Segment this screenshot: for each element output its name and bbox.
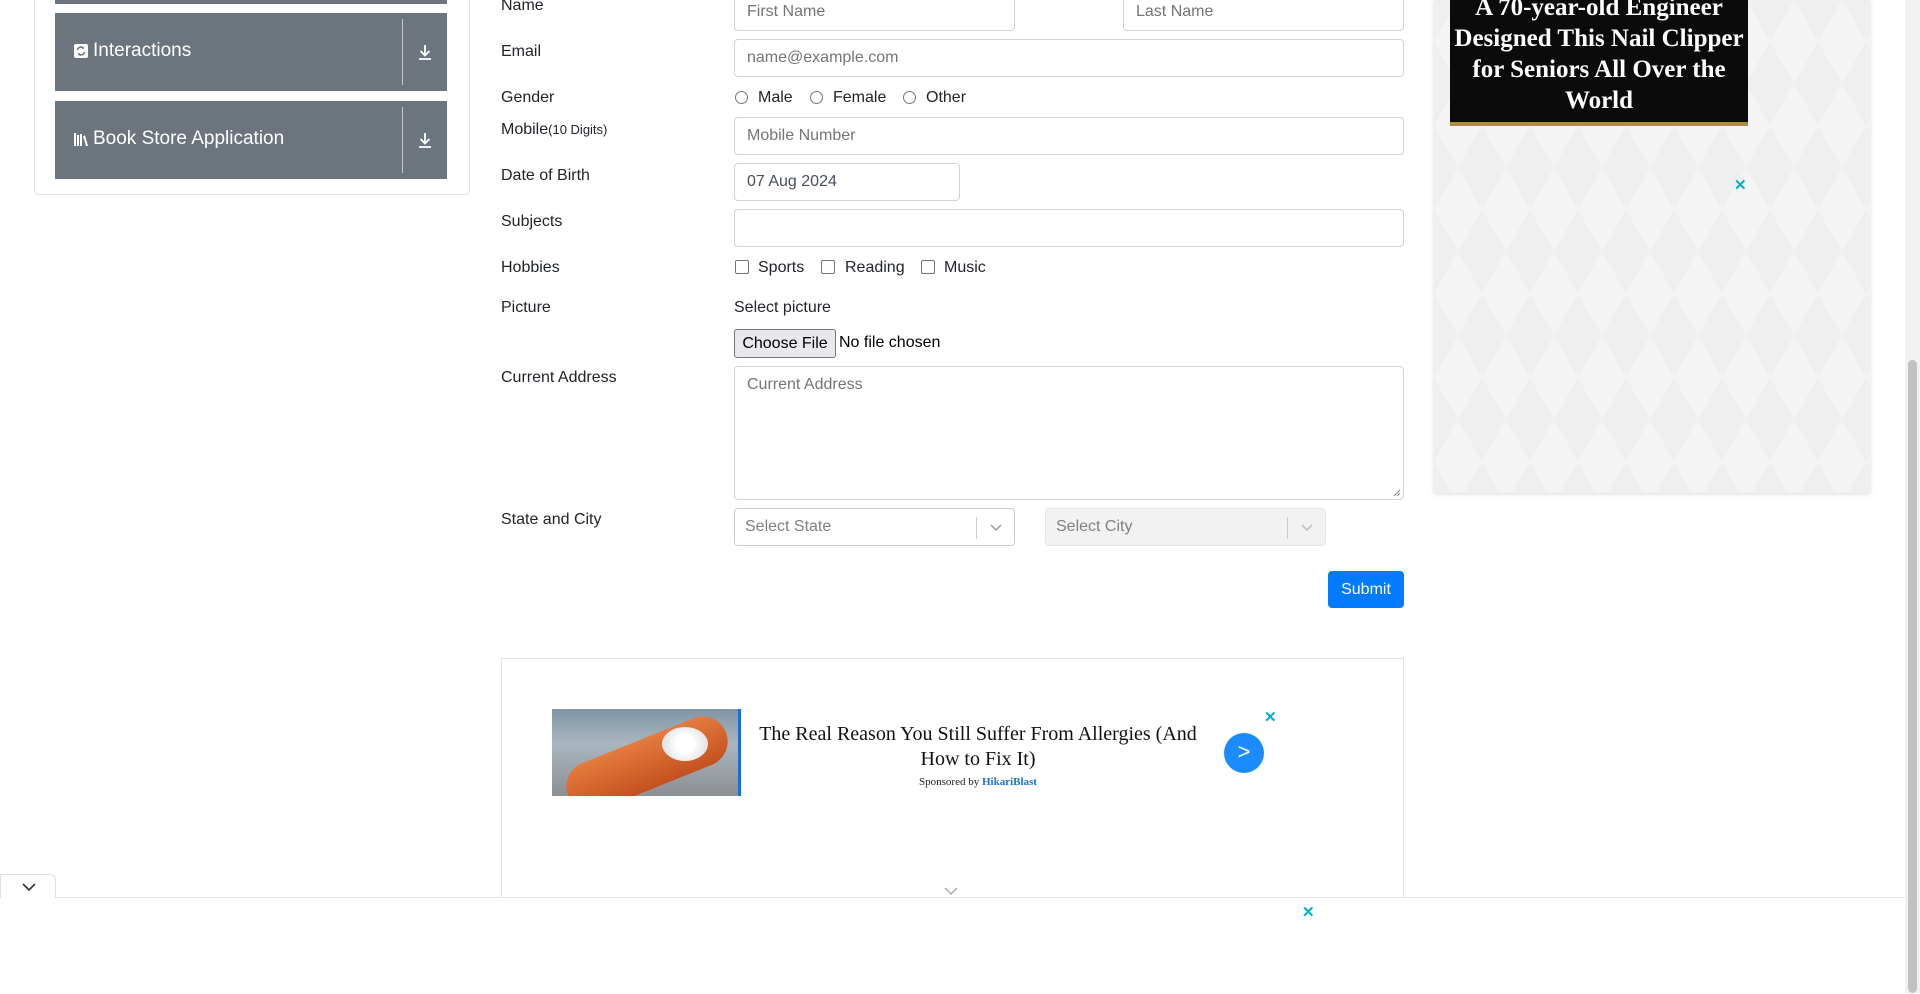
gender-male-label[interactable]: Male: [758, 89, 793, 107]
hobby-sports-checkbox[interactable]: [735, 260, 749, 274]
submit-button[interactable]: Submit: [1328, 571, 1404, 608]
sidebar-item-book-store[interactable]: Book Store Application: [55, 101, 447, 179]
chevron-down-icon: [22, 883, 36, 892]
divider: [402, 19, 403, 85]
hobby-music-label[interactable]: Music: [944, 259, 986, 277]
interactions-icon: [74, 44, 88, 58]
sidebar-item-top-edge: [55, 0, 447, 4]
collapse-ad-tab[interactable]: [0, 874, 56, 898]
gender-label: Gender: [501, 89, 555, 106]
mobile-label: Mobile(10 Digits): [501, 121, 607, 139]
ad-close-icon[interactable]: ✕: [1264, 708, 1277, 726]
sidebar-item-label: Book Store Application: [93, 128, 285, 149]
subjects-label: Subjects: [501, 213, 563, 230]
select-separator: [1287, 517, 1288, 539]
page-scrollbar-thumb[interactable]: [1908, 360, 1917, 993]
first-name-placeholder: First Name: [747, 3, 826, 20]
select-picture-label: Select picture: [734, 299, 831, 316]
sidebar-item-interactions[interactable]: Interactions: [55, 13, 447, 91]
email-input[interactable]: name@example.com: [734, 39, 1404, 77]
ad-image[interactable]: [552, 709, 741, 796]
ad-sponsor-prefix: Sponsored by: [919, 776, 980, 788]
select-separator: [976, 517, 977, 539]
bottom-sticky-ad: [0, 897, 1905, 994]
ad-close-icon[interactable]: ✕: [1734, 176, 1747, 194]
ad-sponsor-link[interactable]: HikariBlast: [982, 776, 1037, 788]
download-icon[interactable]: [415, 42, 435, 62]
current-address-label: Current Address: [501, 369, 617, 386]
ad-image-finger: [558, 709, 736, 796]
divider: [402, 107, 403, 173]
choose-file-button[interactable]: Choose File: [734, 329, 836, 358]
city-placeholder: Select City: [1056, 518, 1133, 535]
resize-handle-icon[interactable]: [1393, 489, 1401, 497]
mobile-placeholder: Mobile Number: [747, 127, 856, 144]
hobbies-label: Hobbies: [501, 259, 560, 276]
ad-next-button[interactable]: >: [1224, 733, 1264, 773]
gender-female-label[interactable]: Female: [833, 89, 886, 107]
ad-image-fluff: [662, 727, 708, 761]
dob-input[interactable]: 07 Aug 2024: [734, 163, 960, 201]
dob-label: Date of Birth: [501, 167, 590, 184]
books-icon: [74, 133, 88, 147]
email-label: Email: [501, 43, 542, 60]
dob-value: 07 Aug 2024: [747, 173, 837, 190]
ad-headline-text: A 70-year-old Engineer Designed This Nai…: [1454, 0, 1744, 114]
email-placeholder: name@example.com: [747, 49, 899, 66]
right-advertisement[interactable]: A 70-year-old Engineer Designed This Nai…: [1434, 0, 1870, 493]
chevron-down-icon: [990, 524, 1002, 532]
last-name-input[interactable]: Last Name: [1123, 0, 1404, 31]
current-address-textarea[interactable]: Current Address: [734, 366, 1404, 500]
hobby-music-checkbox[interactable]: [921, 260, 935, 274]
download-icon[interactable]: [415, 130, 435, 150]
hobby-reading-checkbox[interactable]: [821, 260, 835, 274]
city-select[interactable]: Select City: [1045, 508, 1326, 546]
current-address-placeholder: Current Address: [747, 376, 863, 393]
gender-other-radio[interactable]: [903, 91, 916, 104]
state-placeholder: Select State: [745, 518, 832, 535]
name-label: Name: [501, 0, 544, 14]
ad-headline-banner[interactable]: A 70-year-old Engineer Designed This Nai…: [1450, 0, 1748, 126]
state-select[interactable]: Select State: [734, 508, 1015, 546]
ad-sponsor: Sponsored by HikariBlast: [754, 776, 1202, 788]
ad-title[interactable]: The Real Reason You Still Suffer From Al…: [754, 722, 1202, 772]
picture-label: Picture: [501, 299, 551, 316]
last-name-placeholder: Last Name: [1136, 3, 1214, 20]
chevron-down-icon: [1301, 524, 1313, 532]
mobile-input[interactable]: Mobile Number: [734, 117, 1404, 155]
mobile-hint: (10 Digits): [548, 122, 608, 137]
gender-female-radio[interactable]: [810, 91, 823, 104]
state-city-label: State and City: [501, 511, 602, 528]
sidebar-item-label: Interactions: [93, 40, 192, 61]
ad-close-icon[interactable]: ✕: [1302, 903, 1315, 921]
hobby-reading-label[interactable]: Reading: [845, 259, 905, 277]
no-file-text: No file chosen: [839, 334, 941, 351]
chevron-down-icon[interactable]: [943, 886, 959, 896]
subjects-input[interactable]: [734, 209, 1404, 247]
hobby-sports-label[interactable]: Sports: [758, 259, 804, 277]
gender-other-label[interactable]: Other: [926, 89, 966, 107]
gender-male-radio[interactable]: [735, 91, 748, 104]
first-name-input[interactable]: First Name: [734, 0, 1015, 31]
mobile-label-text: Mobile: [501, 121, 549, 138]
